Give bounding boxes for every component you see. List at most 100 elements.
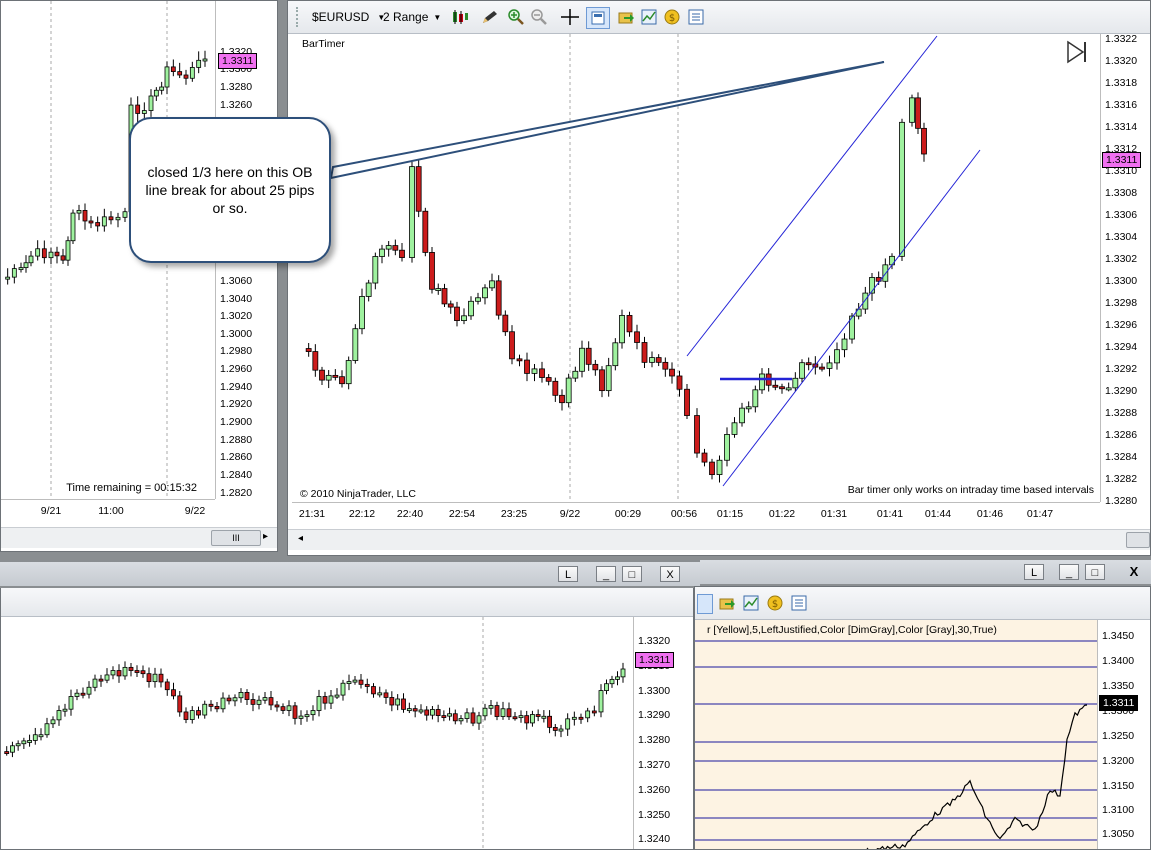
folder-arrow-icon	[618, 12, 634, 24]
candle-body	[177, 695, 183, 713]
candle-body	[441, 288, 448, 305]
strategies-button[interactable]	[616, 8, 636, 26]
bottom-left-plot-area[interactable]	[1, 617, 633, 849]
candle-body	[512, 716, 518, 720]
ninjascript-button[interactable]: $	[765, 594, 785, 612]
candle-body	[409, 166, 415, 258]
candle-body	[371, 686, 376, 695]
price-tick-label: 1.3302	[1105, 253, 1138, 265]
candle-body	[110, 670, 116, 676]
candle-body	[328, 695, 334, 704]
bottom-right-plot-area[interactable]: r [Yellow],5,LeftJustified,Color [DimGra…	[695, 620, 1097, 849]
trade-note-callout: closed 1/3 here on this OB line break fo…	[129, 117, 331, 263]
price-tick-label: 1.3290	[1105, 385, 1138, 397]
candle-body	[641, 342, 648, 363]
candle-body	[35, 248, 41, 257]
indicators-button[interactable]	[741, 594, 761, 612]
scroll-left-arrow-icon[interactable]: ◂	[298, 533, 303, 544]
candle-body	[250, 699, 256, 705]
candle-body	[196, 710, 201, 716]
candle-body	[862, 292, 869, 310]
candle-body	[214, 705, 220, 710]
candle-body	[475, 297, 481, 302]
price-line	[866, 704, 1088, 849]
candle-body	[605, 365, 612, 392]
close-button[interactable]: X	[1124, 564, 1144, 580]
candle-body	[552, 726, 558, 731]
channel-lower-line	[722, 149, 981, 487]
data-box-button[interactable]	[697, 594, 713, 614]
candle-body	[524, 359, 530, 374]
data-box-button[interactable]	[586, 7, 610, 29]
minimize-button[interactable]: _	[1059, 564, 1079, 580]
candle-body	[116, 670, 122, 677]
folder-arrow-icon	[719, 598, 735, 610]
candle-body	[701, 452, 708, 463]
top-left-time-axis: 9/21 11:00 9/22	[1, 499, 215, 524]
candle-body	[399, 249, 405, 258]
candle-body	[383, 692, 389, 698]
candle-body	[65, 240, 71, 261]
main-scrollbar[interactable]: ◂	[288, 529, 1150, 550]
bar-timer-note: Bar timer only works on intraday time ba…	[847, 484, 1094, 496]
price-tick-label: 1.3280	[638, 734, 671, 747]
candle-body	[531, 368, 538, 374]
maximize-button[interactable]: □	[1085, 564, 1105, 580]
draw-tool-button[interactable]	[478, 8, 502, 26]
candle-body	[319, 369, 325, 381]
candle-body	[95, 222, 101, 227]
chart-indicator-icon	[641, 9, 657, 25]
zoom-in-button[interactable]	[506, 8, 526, 26]
price-tick-label: 1.3270	[638, 759, 671, 771]
strategies-button[interactable]	[717, 594, 737, 612]
ninjascript-button[interactable]: $	[662, 8, 682, 26]
main-scroll-thumb[interactable]	[1126, 532, 1150, 548]
bottom-left-price-tag: 1.3311	[635, 652, 675, 668]
candle-body	[208, 703, 214, 707]
candle-body	[177, 71, 183, 76]
crosshair-button[interactable]	[558, 8, 582, 26]
zoom-out-button[interactable]	[529, 8, 549, 26]
candle-body	[82, 210, 88, 222]
candle-body	[226, 697, 232, 702]
candle-body	[11, 268, 17, 278]
instrument-selector[interactable]: $EURUSD ▼	[312, 8, 392, 26]
candle-body	[32, 734, 38, 741]
candle-body	[626, 315, 633, 333]
bottom-right-toolbar: $	[695, 587, 1150, 620]
top-left-scrollbar[interactable]: III ▸	[1, 527, 277, 548]
price-tick-label: 1.3294	[1105, 341, 1138, 353]
link-button[interactable]: L	[1024, 564, 1044, 580]
candle-body	[268, 697, 274, 706]
candle-body	[559, 394, 565, 404]
candle-body	[500, 708, 506, 717]
properties-button[interactable]	[789, 594, 809, 612]
candle-body	[153, 89, 159, 97]
price-tick-label: 1.3318	[1105, 77, 1138, 89]
time-tick-label: 21:31	[298, 508, 326, 520]
properties-button[interactable]	[686, 8, 706, 26]
price-tick-label: 1.2820	[220, 487, 253, 499]
minimize-button[interactable]: _	[596, 566, 616, 582]
top-left-scroll-thumb[interactable]: III	[211, 530, 261, 546]
close-button[interactable]: X	[660, 566, 680, 582]
price-tick-label: 1.3282	[1105, 473, 1138, 485]
candle-body	[27, 740, 32, 743]
price-tick-label: 1.3296	[1105, 319, 1138, 331]
candle-body	[365, 282, 372, 297]
scroll-right-arrow-icon[interactable]: ▸	[263, 531, 268, 542]
indicators-button[interactable]	[639, 8, 659, 26]
chart-style-button[interactable]	[448, 8, 472, 26]
candle-body	[140, 670, 146, 675]
price-tick-label: 1.3250	[638, 808, 671, 821]
play-end-icon[interactable]	[1065, 40, 1089, 64]
indicator-settings-text: r [Yellow],5,LeftJustified,Color [DimGra…	[707, 624, 997, 636]
candle-body	[488, 705, 494, 709]
candle-body	[28, 255, 34, 264]
candle-body	[591, 710, 597, 714]
interval-selector[interactable]: 2 Range ▼	[383, 8, 445, 26]
link-button[interactable]: L	[558, 566, 578, 582]
main-plot-area[interactable]: BarTimer © 2010 NinjaTrader, LLC Bar tim…	[292, 34, 1100, 502]
candle-body	[724, 434, 730, 461]
maximize-button[interactable]: □	[622, 566, 642, 582]
